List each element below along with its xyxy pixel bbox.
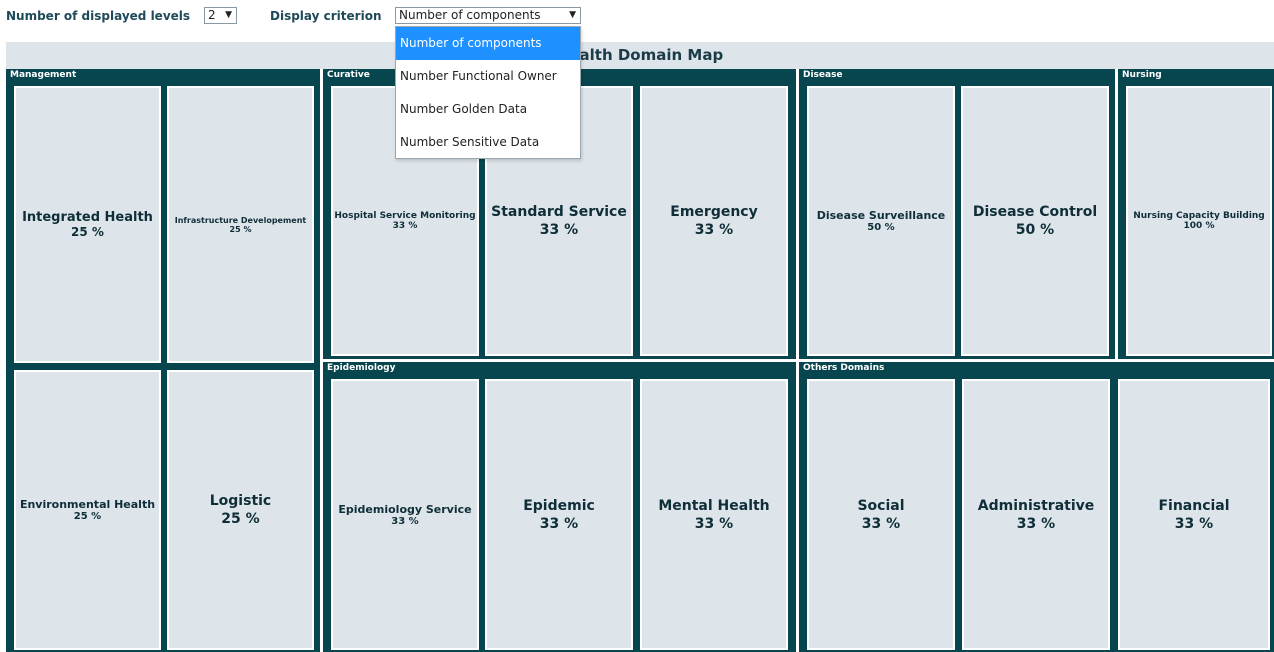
tile-percent: 33 % <box>392 221 418 231</box>
tile-percent: 33 % <box>1174 515 1214 532</box>
domain-label: Epidemiology <box>327 363 396 373</box>
tile-epidemiology-service[interactable]: Epidemiology Service 33 % <box>331 379 479 650</box>
tile-logistic[interactable]: Logistic 25 % <box>167 370 314 650</box>
tile-name: Epidemic <box>523 497 595 514</box>
tile-nursing-capacity-building[interactable]: Nursing Capacity Building 100 % <box>1126 86 1272 356</box>
dropdown-option[interactable]: Number Sensitive Data <box>396 126 580 159</box>
tile-name: Financial <box>1158 497 1230 514</box>
tile-percent: 25 % <box>229 224 252 234</box>
tile-percent: 33 % <box>539 222 579 238</box>
tile-epidemic[interactable]: Epidemic 33 % <box>485 379 633 650</box>
chevron-down-icon: ▼ <box>569 10 576 20</box>
tile-percent: 50 % <box>867 222 895 233</box>
tile-percent: 33 % <box>391 515 419 527</box>
criterion-label: Display criterion <box>270 9 382 23</box>
tile-social[interactable]: Social 33 % <box>807 379 955 650</box>
domain-label: Disease <box>803 70 843 80</box>
tile-name: Social <box>857 497 905 514</box>
tile-name: Administrative <box>977 497 1095 514</box>
domain-label: Management <box>10 70 77 80</box>
levels-select[interactable]: 2 ▼ <box>204 7 237 24</box>
tile-name: Disease Surveillance <box>816 209 946 222</box>
tile-name: Mental Health <box>658 497 770 514</box>
tile-infrastructure-developement[interactable]: Infrastructure Developement 25 % <box>167 86 314 363</box>
tile-name: Infrastructure Developement <box>174 215 307 225</box>
tile-mental-health[interactable]: Mental Health 33 % <box>640 379 788 650</box>
tile-disease-control[interactable]: Disease Control 50 % <box>961 86 1109 356</box>
tile-administrative[interactable]: Administrative 33 % <box>962 379 1110 650</box>
tile-name: Emergency <box>670 204 758 220</box>
domain-others[interactable]: Others Domains Social 33 % Administrativ… <box>799 362 1274 652</box>
criterion-value: Number of components <box>399 8 541 22</box>
tile-name: Logistic <box>209 493 272 509</box>
tile-name: Epidemiology Service <box>338 502 472 516</box>
dropdown-option[interactable]: Number Golden Data <box>396 93 580 126</box>
chevron-down-icon: ▼ <box>225 10 232 20</box>
levels-label: Number of displayed levels <box>6 9 191 23</box>
tile-integrated-health[interactable]: Integrated Health 25 % <box>14 86 161 363</box>
domain-label: Others Domains <box>803 363 885 373</box>
dropdown-option[interactable]: Number Functional Owner <box>396 60 580 93</box>
tile-name: Disease Control <box>972 204 1098 220</box>
map-title-bar: Health Domain Map <box>6 42 1274 69</box>
domain-management[interactable]: Management Integrated Health 25 % Infras… <box>6 69 320 652</box>
domain-epidemiology[interactable]: Epidemiology Epidemiology Service 33 % E… <box>323 362 796 652</box>
tile-name: Nursing Capacity Building <box>1133 211 1265 221</box>
criterion-dropdown-list: Number of components Number Functional O… <box>395 26 581 159</box>
domain-nursing[interactable]: Nursing Nursing Capacity Building 100 % <box>1118 69 1274 359</box>
controls-bar: Number of displayed levels 2 ▼ Display c… <box>0 0 1274 34</box>
tile-percent: 25 % <box>221 511 260 527</box>
tile-percent: 25 % <box>73 511 102 522</box>
tile-emergency[interactable]: Emergency 33 % <box>640 86 788 356</box>
tile-percent: 33 % <box>694 222 734 238</box>
tile-name: Standard Service <box>491 204 627 220</box>
tile-financial[interactable]: Financial 33 % <box>1118 379 1270 650</box>
domain-disease[interactable]: Disease Disease Surveillance 50 % Diseas… <box>799 69 1115 359</box>
levels-value: 2 <box>208 8 216 22</box>
map-title: Health Domain Map <box>556 46 724 64</box>
dropdown-option[interactable]: Number of components <box>396 27 580 60</box>
domain-label: Curative <box>327 70 370 80</box>
tile-environmental-health[interactable]: Environmental Health 25 % <box>14 370 161 650</box>
tile-disease-surveillance[interactable]: Disease Surveillance 50 % <box>807 86 955 356</box>
tile-percent: 33 % <box>1016 515 1056 532</box>
domain-label: Nursing <box>1122 70 1162 80</box>
tile-percent: 33 % <box>694 515 734 532</box>
tile-name: Hospital Service Monitoring <box>334 211 476 221</box>
criterion-select[interactable]: Number of components ▼ <box>395 7 581 24</box>
tile-percent: 100 % <box>1183 221 1215 231</box>
tile-percent: 25 % <box>71 225 104 239</box>
tile-name: Integrated Health <box>22 210 153 225</box>
tile-percent: 33 % <box>539 515 579 532</box>
tile-percent: 50 % <box>1015 222 1055 238</box>
tile-percent: 33 % <box>861 515 901 532</box>
tile-name: Environmental Health <box>19 498 156 511</box>
